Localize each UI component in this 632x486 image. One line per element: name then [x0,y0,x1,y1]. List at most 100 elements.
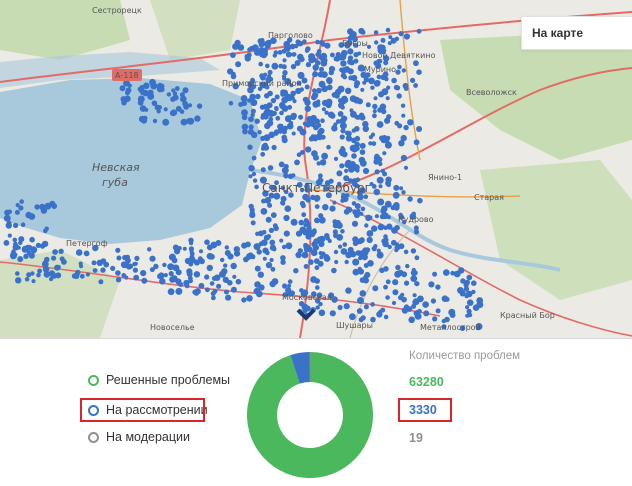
problem-point[interactable] [430,298,436,304]
problem-point[interactable] [354,114,360,120]
problem-point[interactable] [255,231,260,236]
problem-point[interactable] [51,255,57,261]
problem-point[interactable] [3,240,10,246]
problem-point[interactable] [351,153,357,159]
problem-point[interactable] [197,256,203,262]
problem-point[interactable] [271,110,277,116]
problem-point[interactable] [383,314,389,320]
problem-point[interactable] [444,316,450,323]
problem-point[interactable] [206,252,214,260]
problem-point[interactable] [250,220,256,226]
problem-point[interactable] [340,128,346,134]
problem-point[interactable] [347,48,354,55]
problem-point[interactable] [319,159,327,166]
problem-point[interactable] [275,115,281,121]
problem-point[interactable] [360,87,365,92]
problem-point[interactable] [281,105,289,112]
problem-point[interactable] [331,125,338,132]
problem-point[interactable] [273,50,279,55]
problem-point[interactable] [364,223,369,228]
problem-point[interactable] [464,294,469,299]
problem-point[interactable] [39,203,46,210]
problem-point[interactable] [400,103,406,108]
problem-point[interactable] [304,84,310,90]
problem-point[interactable] [413,60,419,67]
problem-point[interactable] [167,288,175,296]
problem-point[interactable] [360,206,366,212]
problem-point[interactable] [318,173,323,179]
problem-point[interactable] [245,254,252,260]
problem-point[interactable] [476,301,484,309]
problem-point[interactable] [372,103,378,110]
problem-point[interactable] [134,255,140,261]
problem-point[interactable] [340,105,345,110]
problem-point[interactable] [378,91,385,98]
problem-point[interactable] [385,27,391,33]
problem-point[interactable] [115,270,121,276]
problem-point[interactable] [302,121,307,126]
problem-point[interactable] [443,269,450,276]
problem-point[interactable] [115,277,122,283]
problem-point[interactable] [315,285,320,290]
problem-point[interactable] [353,58,359,64]
problem-point[interactable] [386,85,391,90]
problem-point[interactable] [465,313,470,318]
problem-point[interactable] [7,233,12,238]
problem-point[interactable] [413,139,420,146]
problem-point[interactable] [359,142,366,149]
problem-point[interactable] [320,52,328,60]
problem-point[interactable] [333,232,339,239]
problem-point[interactable] [401,68,406,73]
problem-point[interactable] [26,272,32,278]
problem-point[interactable] [360,30,366,35]
problem-point[interactable] [298,114,304,120]
problems-map[interactable]: Невская губа Санкт-Петербург Сестрорецк … [0,0,632,339]
problem-point[interactable] [304,105,311,112]
problem-point[interactable] [31,279,36,284]
problem-point[interactable] [154,104,161,111]
problem-point[interactable] [302,96,309,103]
problem-point[interactable] [267,202,273,208]
problem-point[interactable] [31,248,37,254]
problem-point[interactable] [92,268,98,273]
problem-point[interactable] [385,96,390,101]
problem-point[interactable] [23,253,29,259]
problem-point[interactable] [277,50,283,55]
problem-point[interactable] [248,116,254,123]
problem-point[interactable] [273,225,279,232]
problem-point[interactable] [270,97,277,104]
problem-point[interactable] [400,134,407,142]
problem-point[interactable] [255,93,261,100]
problem-point[interactable] [270,212,277,219]
problem-point[interactable] [414,281,420,287]
problem-point[interactable] [340,60,347,67]
problem-point[interactable] [374,40,379,45]
legend-item-moderation[interactable]: На модерации [88,427,190,447]
problem-point[interactable] [395,264,401,271]
problem-point[interactable] [375,80,381,85]
problem-point[interactable] [382,151,387,156]
problem-point[interactable] [340,194,347,200]
problem-point[interactable] [366,236,373,244]
problem-point[interactable] [359,114,366,121]
problem-point[interactable] [207,266,212,271]
problem-point[interactable] [174,86,180,91]
problem-point[interactable] [373,96,378,101]
problem-point[interactable] [121,273,127,278]
problem-point[interactable] [198,282,205,289]
problem-point[interactable] [235,61,242,68]
problem-point[interactable] [331,267,337,274]
problem-point[interactable] [247,129,253,135]
problem-point[interactable] [294,159,300,166]
problem-point[interactable] [299,56,305,63]
problem-point[interactable] [279,110,284,116]
problem-point[interactable] [323,255,331,262]
problem-point[interactable] [298,72,305,79]
problem-point[interactable] [260,167,266,173]
problem-point[interactable] [340,229,345,234]
problem-point[interactable] [401,190,406,195]
problem-point[interactable] [282,58,287,63]
problem-point[interactable] [305,62,311,68]
problem-point[interactable] [162,118,170,126]
problem-point[interactable] [267,69,273,75]
